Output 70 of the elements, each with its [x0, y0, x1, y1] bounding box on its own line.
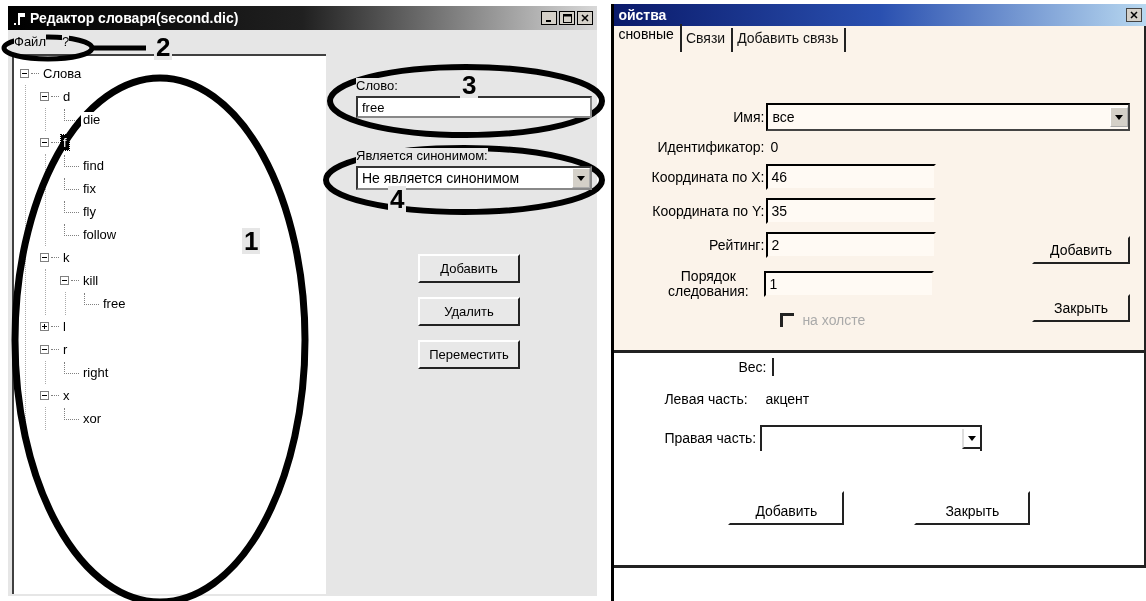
field-label: Левая часть:	[664, 391, 748, 407]
action-button[interactable]: Удалить	[418, 297, 520, 326]
tree-item[interactable]: die	[81, 112, 103, 127]
action-button[interactable]: Добавить	[728, 491, 845, 525]
tree-item[interactable]: find	[81, 158, 106, 173]
maximize-icon	[562, 13, 572, 23]
tree-item[interactable]: follow	[81, 227, 119, 242]
tree-item[interactable]: fly	[81, 204, 98, 219]
annotation-number: 1	[242, 228, 261, 254]
left-part-value: акцент	[765, 391, 810, 407]
field-label: Является синонимом:	[356, 148, 488, 163]
action-button[interactable]: Закрыть	[1032, 294, 1130, 322]
collapse-icon[interactable]	[40, 345, 49, 354]
action-button[interactable]: Переместить	[418, 340, 520, 369]
tree-item[interactable]: l	[61, 319, 68, 334]
field-label: Имя:	[732, 109, 766, 125]
tab[interactable]: Добавить связь	[733, 28, 847, 52]
tree-item[interactable]: free	[101, 296, 128, 311]
collapse-icon[interactable]	[60, 276, 69, 285]
field-label: Координата по Y:	[651, 203, 766, 219]
expand-icon[interactable]	[40, 322, 49, 331]
tree-item[interactable]: kill	[81, 273, 101, 288]
input-field[interactable]: 46	[766, 164, 937, 190]
menu-item[interactable]: Файл	[14, 33, 46, 49]
tree-item[interactable]: right	[81, 365, 111, 380]
app-icon	[12, 11, 26, 25]
maximize-button[interactable]	[559, 11, 576, 25]
field-label: Слово:	[356, 78, 398, 93]
right-part-dropdown[interactable]	[760, 425, 983, 451]
minimize-button[interactable]	[541, 11, 558, 25]
tab[interactable]: Связи	[681, 28, 734, 52]
collapse-icon[interactable]	[40, 138, 49, 147]
field-label: Идентификатор:	[656, 139, 766, 155]
id-value: 0	[769, 139, 779, 155]
checkbox-label: на холсте	[802, 312, 866, 328]
tree-item[interactable]: Слова	[41, 66, 84, 81]
field-label: Координата по X:	[650, 169, 766, 185]
window-title: Редактор словаря(second.dic)	[30, 10, 240, 26]
menu-item[interactable]: ?	[61, 33, 70, 49]
action-button[interactable]: Добавить	[418, 254, 520, 283]
field-label: Правая часть:	[664, 430, 757, 446]
tree-item[interactable]: f	[61, 135, 69, 150]
dropdown-arrow-icon	[577, 175, 585, 181]
tree-item[interactable]: k	[61, 250, 72, 265]
field-label: Вес:	[738, 359, 767, 375]
tab[interactable]: сновные	[614, 24, 682, 52]
tree-item[interactable]: fix	[81, 181, 98, 196]
dropdown-arrow-icon	[968, 435, 977, 441]
action-button[interactable]: Закрыть	[914, 491, 1031, 525]
annotation-number: 4	[388, 186, 407, 212]
input-field[interactable]: 35	[766, 198, 937, 224]
name-dropdown[interactable]: все	[766, 103, 1130, 131]
collapse-icon[interactable]	[40, 92, 49, 101]
collapse-icon[interactable]	[40, 253, 49, 262]
field-label: Порядок следования:	[667, 268, 750, 300]
collapse-icon[interactable]	[20, 69, 29, 78]
window-title: ойства	[618, 7, 668, 23]
tree-item[interactable]: d	[61, 89, 73, 104]
synonym-dropdown[interactable]: Не является синонимом	[356, 166, 592, 190]
close-button[interactable]	[1126, 8, 1142, 22]
input-field[interactable]: 1	[764, 271, 935, 297]
collapse-icon[interactable]	[40, 391, 49, 400]
action-button[interactable]: Добавить	[1032, 236, 1130, 264]
word-field[interactable]: free	[356, 96, 592, 118]
dropdown-arrow-icon	[1115, 114, 1123, 120]
input-field[interactable]: 2	[766, 232, 937, 258]
field-label: Рейтинг:	[708, 237, 766, 253]
close-icon	[1130, 11, 1138, 19]
close-icon	[581, 14, 590, 22]
close-button[interactable]	[577, 11, 594, 25]
